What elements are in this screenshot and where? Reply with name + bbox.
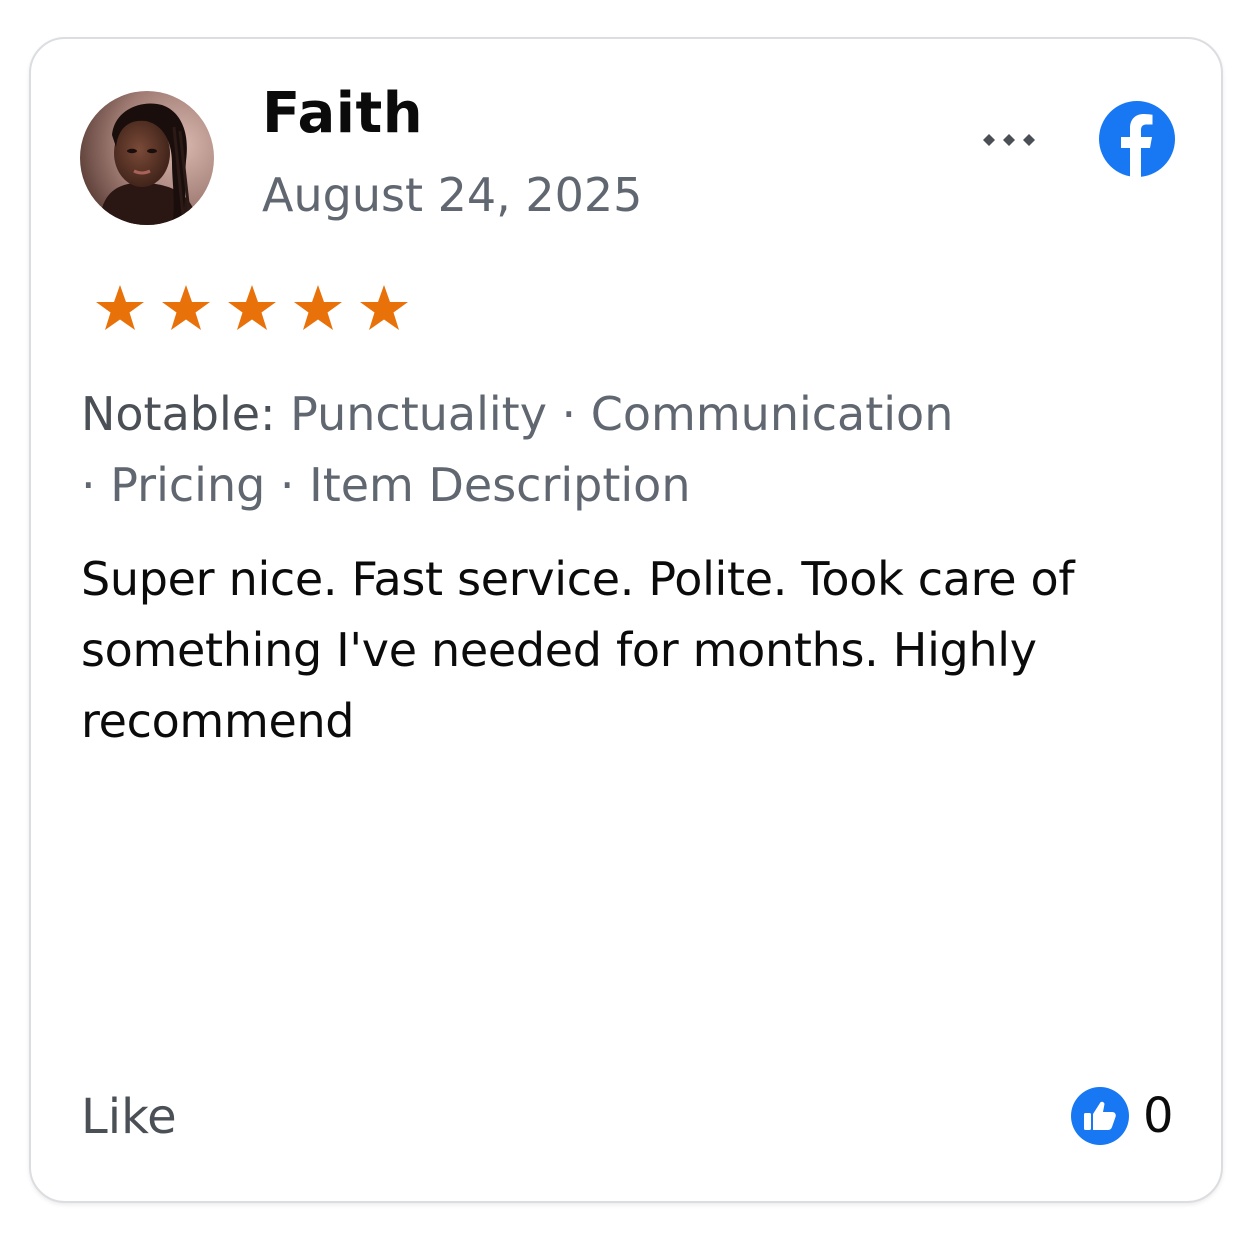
review-card: Faith August 24, 2025 Notable: Punctuali… (29, 37, 1223, 1203)
notable-tags: Notable: Punctuality · Communication · P… (81, 379, 1081, 521)
notable-line-2: · Pricing · Item Description (81, 458, 691, 512)
facebook-link[interactable] (1099, 101, 1175, 177)
like-button[interactable]: Like (81, 1089, 177, 1145)
avatar[interactable] (80, 91, 214, 225)
notable-items: Punctuality · Communication (275, 387, 954, 441)
thumbs-up-icon (1071, 1087, 1129, 1145)
avatar-image (80, 91, 214, 225)
notable-label: Notable: (81, 387, 276, 441)
like-count: 0 (1143, 1088, 1174, 1144)
star-icon (360, 285, 408, 330)
notable-line-1: Notable: Punctuality · Communication (81, 379, 1081, 450)
more-horizontal-icon (983, 134, 1035, 146)
review-text: Super nice. Fast service. Polite. Took c… (81, 552, 1075, 748)
facebook-icon (1099, 101, 1175, 177)
review-date[interactable]: August 24, 2025 (262, 168, 642, 222)
star-icon (96, 285, 144, 330)
like-count-group[interactable]: 0 (1071, 1087, 1174, 1145)
reviewer-name[interactable]: Faith (262, 81, 423, 146)
star-icon (162, 285, 210, 330)
more-options-button[interactable] (976, 121, 1046, 159)
star-icon (294, 285, 342, 330)
star-rating (91, 281, 421, 337)
star-icon (228, 285, 276, 330)
